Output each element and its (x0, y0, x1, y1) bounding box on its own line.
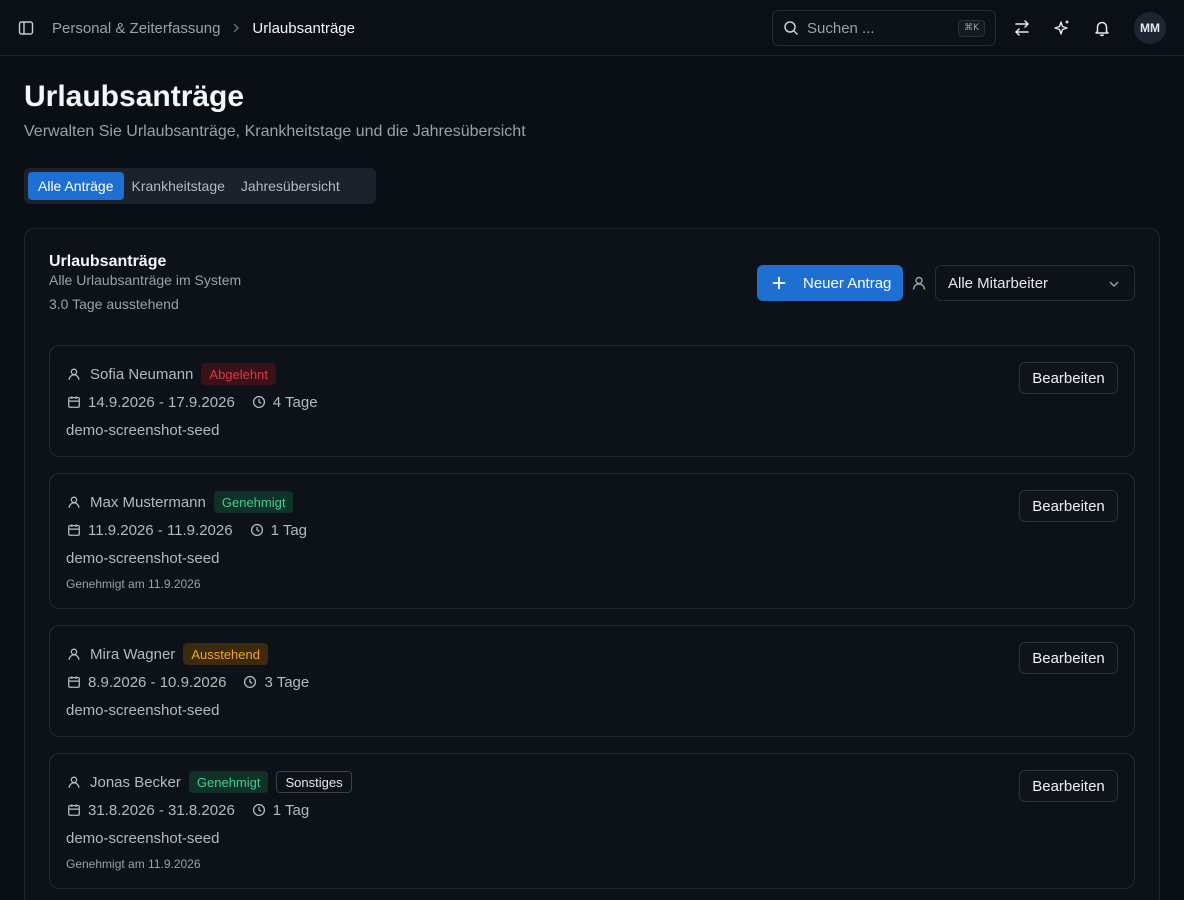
date-range: 11.9.2026 - 11.9.2026 (88, 521, 233, 539)
request-note: demo-screenshot-seed (66, 830, 220, 847)
pending-days: 3.0 Tage ausstehend (49, 296, 179, 312)
date-range: 8.9.2026 - 10.9.2026 (88, 673, 227, 691)
chevron-down-icon (1108, 277, 1120, 294)
user-icon (66, 646, 82, 662)
date-range: 31.8.2026 - 31.8.2026 (88, 801, 235, 819)
calendar-icon (66, 394, 82, 410)
request-note: demo-screenshot-seed (66, 550, 220, 567)
status-badge: Abgelehnt (201, 363, 276, 385)
edit-button[interactable]: Bearbeiten (1019, 770, 1118, 802)
employee-filter-value: Alle Mitarbeiter (948, 274, 1049, 292)
page-subtitle: Verwalten Sie Urlaubsanträge, Krankheits… (24, 123, 526, 140)
employee-name: Mira Wagner (90, 645, 176, 663)
page-title: Urlaubsanträge (24, 80, 245, 113)
requests-card: Urlaubsanträge Alle Urlaubsanträge im Sy… (24, 228, 1160, 900)
duration: 3 Tage (264, 673, 310, 691)
edit-button[interactable]: Bearbeiten (1019, 362, 1118, 394)
card-title: Urlaubsanträge (49, 253, 167, 270)
type-badge: Sonstiges (276, 771, 352, 793)
request-item: Max Mustermann Genehmigt 11.9.2026 - 11.… (49, 473, 1135, 609)
tab-list: Alle Anträge Krankheitstage Jahresübersi… (24, 168, 376, 204)
sidebar-toggle-icon[interactable] (16, 18, 36, 38)
switch-arrows-icon[interactable] (1012, 18, 1032, 38)
top-bar: Personal & Zeiterfassung Urlaubsanträge … (0, 0, 1184, 56)
employee-filter-select[interactable]: Alle Mitarbeiter (935, 265, 1135, 301)
clock-icon (242, 674, 258, 690)
search-shortcut-badge: ⌘K (958, 20, 985, 37)
chevron-right-icon (230, 22, 242, 34)
calendar-icon (66, 522, 82, 538)
employee-name: Max Mustermann (90, 493, 206, 511)
employee-name: Jonas Becker (90, 773, 181, 791)
tab-jahresuebersicht[interactable]: Jahresübersicht (233, 172, 348, 200)
calendar-icon (66, 674, 82, 690)
date-range: 14.9.2026 - 17.9.2026 (88, 393, 235, 411)
search-input[interactable] (807, 19, 947, 37)
status-badge: Genehmigt (213, 491, 294, 513)
duration: 1 Tag (272, 801, 310, 819)
duration: 1 Tag (270, 521, 308, 539)
request-item: Sofia Neumann Abgelehnt 14.9.2026 - 17.9… (49, 345, 1135, 457)
search-icon (783, 20, 799, 36)
duration: 4 Tage (272, 393, 318, 411)
approval-date: Genehmigt am 11.9.2026 (66, 857, 201, 871)
employee-name: Sofia Neumann (90, 365, 194, 383)
calendar-icon (66, 802, 82, 818)
clock-icon (251, 394, 267, 410)
clock-icon (249, 522, 265, 538)
new-request-button[interactable]: Neuer Antrag (757, 265, 903, 301)
user-icon (911, 275, 927, 291)
tab-krankheitstage[interactable]: Krankheitstage (124, 172, 233, 200)
sparkles-icon[interactable] (1052, 18, 1072, 38)
breadcrumb-parent[interactable]: Personal & Zeiterfassung (52, 20, 220, 37)
card-description: Alle Urlaubsanträge im System (49, 272, 242, 288)
approval-date: Genehmigt am 11.9.2026 (66, 577, 201, 591)
status-badge: Ausstehend (183, 643, 268, 665)
user-icon (66, 366, 82, 382)
edit-button[interactable]: Bearbeiten (1019, 490, 1118, 522)
edit-button[interactable]: Bearbeiten (1019, 642, 1118, 674)
search-box[interactable]: ⌘K (772, 10, 996, 46)
request-item: Jonas Becker Genehmigt Sonstiges 31.8.20… (49, 753, 1135, 889)
tab-alle-antraege[interactable]: Alle Anträge (28, 172, 124, 200)
new-request-label: Neuer Antrag (803, 274, 892, 292)
request-note: demo-screenshot-seed (66, 702, 220, 719)
breadcrumb-current: Urlaubsanträge (252, 19, 355, 37)
plus-icon (771, 275, 787, 291)
breadcrumb: Personal & Zeiterfassung Urlaubsanträge (52, 18, 355, 38)
avatar[interactable]: MM (1134, 12, 1166, 44)
user-icon (66, 774, 82, 790)
user-icon (66, 494, 82, 510)
bell-icon[interactable] (1092, 18, 1112, 38)
request-item: Mira Wagner Ausstehend 8.9.2026 - 10.9.2… (49, 625, 1135, 737)
clock-icon (251, 802, 267, 818)
status-badge: Genehmigt (188, 771, 269, 793)
request-note: demo-screenshot-seed (66, 422, 220, 439)
